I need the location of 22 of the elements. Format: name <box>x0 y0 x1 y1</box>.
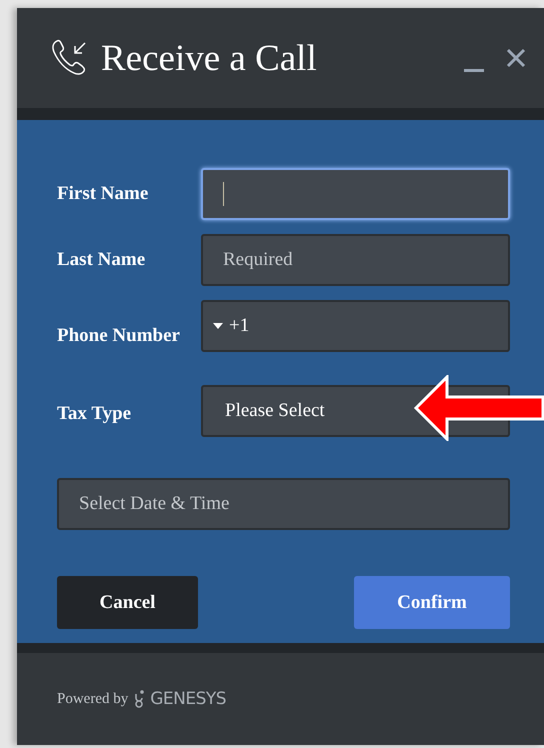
date-time-field[interactable]: Select Date & Time <box>57 478 510 530</box>
logo-icon <box>134 690 144 708</box>
select-value: Please Select <box>225 400 325 422</box>
field-label: Tax Type <box>57 402 132 425</box>
text-cursor <box>223 182 224 206</box>
input-field[interactable] <box>201 168 510 220</box>
field-label: First Name <box>57 183 150 205</box>
placeholder-text: Required <box>223 249 293 271</box>
window-title: Receive a Call <box>101 36 318 80</box>
field-label: Phone Number <box>57 324 181 347</box>
confirm-button[interactable]: Confirm <box>354 576 510 629</box>
brand-name: GENESYS <box>150 689 226 709</box>
powered-by-text: Powered by <box>57 690 128 708</box>
input-field[interactable]: +1 <box>201 300 510 352</box>
cancel-button[interactable]: Cancel <box>57 576 198 629</box>
input-field[interactable]: Required <box>201 234 510 286</box>
placeholder-text: Select Date & Time <box>79 493 230 515</box>
caret-icon <box>213 323 223 329</box>
close-icon[interactable] <box>506 48 526 68</box>
country-code: +1 <box>229 315 250 337</box>
field-label: Last Name <box>57 249 146 271</box>
minimize-icon[interactable] <box>464 69 484 73</box>
